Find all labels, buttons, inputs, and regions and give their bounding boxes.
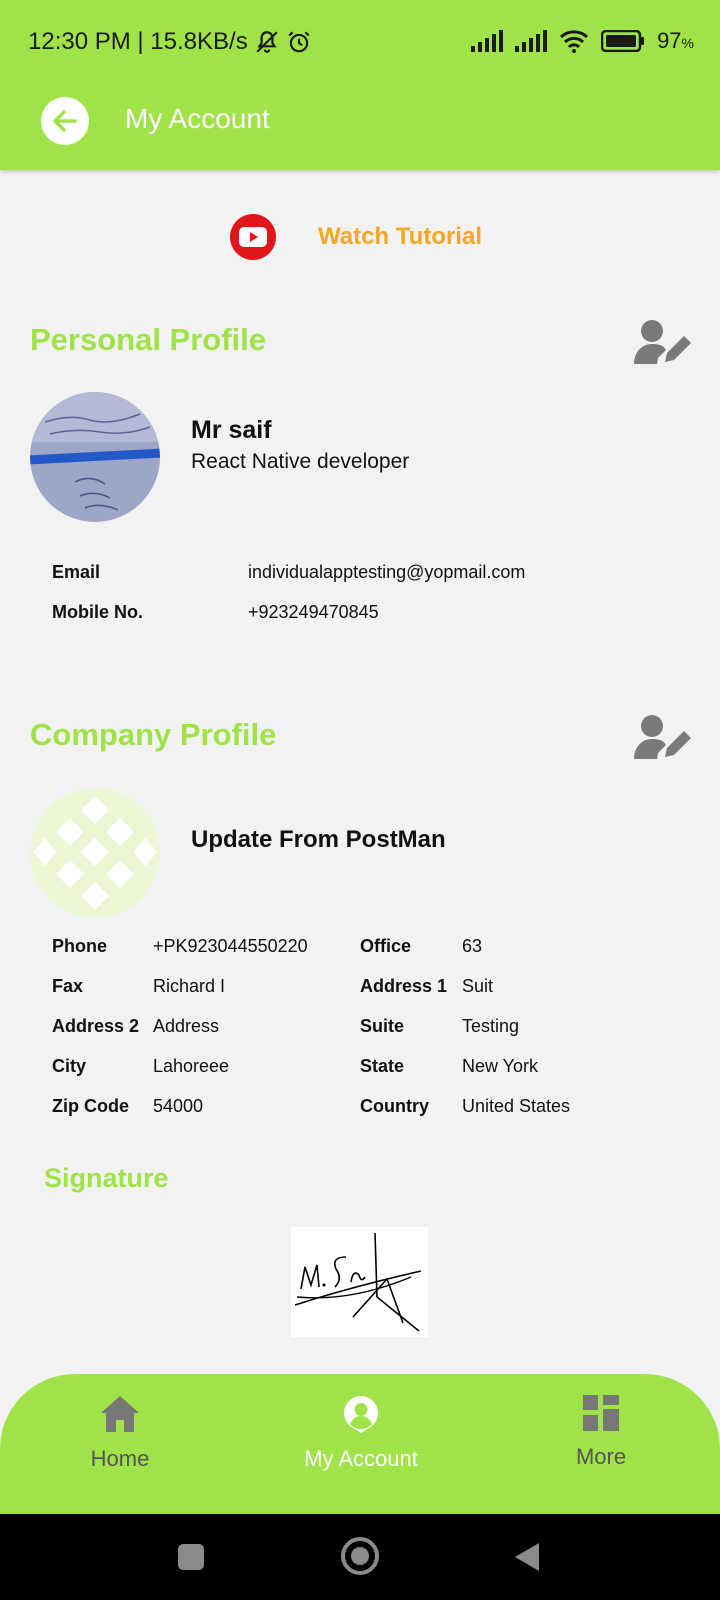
signal-icon: [471, 30, 504, 52]
arrow-left-icon: [53, 110, 77, 132]
company-name: Update From PostMan: [191, 826, 446, 853]
company-profile-title: Company Profile: [30, 717, 277, 752]
country-value: United States: [462, 1096, 571, 1116]
youtube-icon: [230, 214, 276, 260]
phone-value: +PK923044550220: [153, 936, 308, 956]
nav-home-label: Home: [90, 1446, 150, 1471]
signature-image: [291, 1227, 428, 1337]
address2-value: Address: [153, 1016, 220, 1036]
fax-label: Fax: [52, 976, 84, 996]
mobile-value: +923249470845: [248, 602, 379, 622]
system-navigation-bar: [0, 1514, 720, 1600]
status-bar-right: 97%: [471, 28, 694, 54]
phone-label: Phone: [52, 936, 108, 956]
state-value: New York: [462, 1056, 539, 1076]
edit-user-icon[interactable]: [632, 318, 692, 366]
zip-label: Zip Code: [52, 1096, 129, 1116]
city-label: City: [52, 1056, 87, 1076]
profile-name: Mr saif: [191, 416, 272, 444]
edit-company-icon[interactable]: [632, 713, 692, 761]
signature-title: Signature: [44, 1163, 169, 1193]
address1-value: Suit: [462, 976, 494, 996]
office-value: 63: [462, 936, 483, 956]
nav-my-account-label: My Account: [304, 1446, 418, 1471]
personal-profile-title: Personal Profile: [30, 322, 267, 357]
page-title: My Account: [125, 103, 270, 134]
status-bar-left: 12:30 PM | 15.8KB/s: [28, 28, 312, 56]
address1-label: Address 1: [360, 976, 448, 996]
nav-more[interactable]: More: [521, 1374, 681, 1514]
wifi-icon: [560, 30, 589, 53]
battery-value: 97: [657, 28, 682, 53]
country-label: Country: [360, 1096, 429, 1116]
email-value: individualapptesting@yopmail.com: [248, 562, 526, 582]
back-button[interactable]: [41, 97, 89, 145]
state-label: State: [360, 1056, 405, 1076]
office-label: Office: [360, 936, 412, 956]
company-logo: [30, 788, 160, 918]
watch-tutorial-link[interactable]: Watch Tutorial: [230, 214, 482, 260]
bottom-navigation: Home My Account More: [0, 1374, 720, 1514]
profile-role: React Native developer: [191, 450, 410, 473]
suite-value: Testing: [462, 1016, 520, 1036]
suite-label: Suite: [360, 1016, 405, 1036]
home-icon: [101, 1396, 139, 1432]
back-triangle-icon[interactable]: [513, 1541, 541, 1573]
battery-percent: 97%: [657, 28, 694, 54]
profile-avatar: [30, 392, 160, 522]
status-time-text: 12:30 PM | 15.8KB/s: [28, 28, 248, 55]
nav-more-label: More: [575, 1444, 627, 1469]
address2-label: Address 2: [52, 1016, 140, 1036]
battery-unit: %: [681, 35, 694, 51]
signal-icon: [515, 30, 548, 52]
nav-home[interactable]: Home: [40, 1374, 200, 1514]
recents-icon[interactable]: [177, 1543, 205, 1571]
watch-tutorial-label: Watch Tutorial: [318, 223, 482, 250]
battery-icon: [601, 30, 645, 52]
alarm-icon: [288, 31, 310, 53]
mobile-label: Mobile No.: [52, 602, 143, 622]
account-icon: [344, 1396, 379, 1433]
fax-value: Richard I: [153, 976, 226, 996]
email-label: Email: [52, 562, 101, 582]
nav-my-account[interactable]: My Account: [281, 1374, 441, 1514]
home-circle-icon[interactable]: [340, 1536, 380, 1576]
app-header: 12:30 PM | 15.8KB/s 97% My Account: [0, 0, 720, 170]
muted-bell-icon: [256, 31, 278, 53]
zip-value: 54000: [153, 1096, 204, 1116]
grid-icon: [583, 1395, 619, 1431]
city-value: Lahoreee: [153, 1056, 230, 1076]
